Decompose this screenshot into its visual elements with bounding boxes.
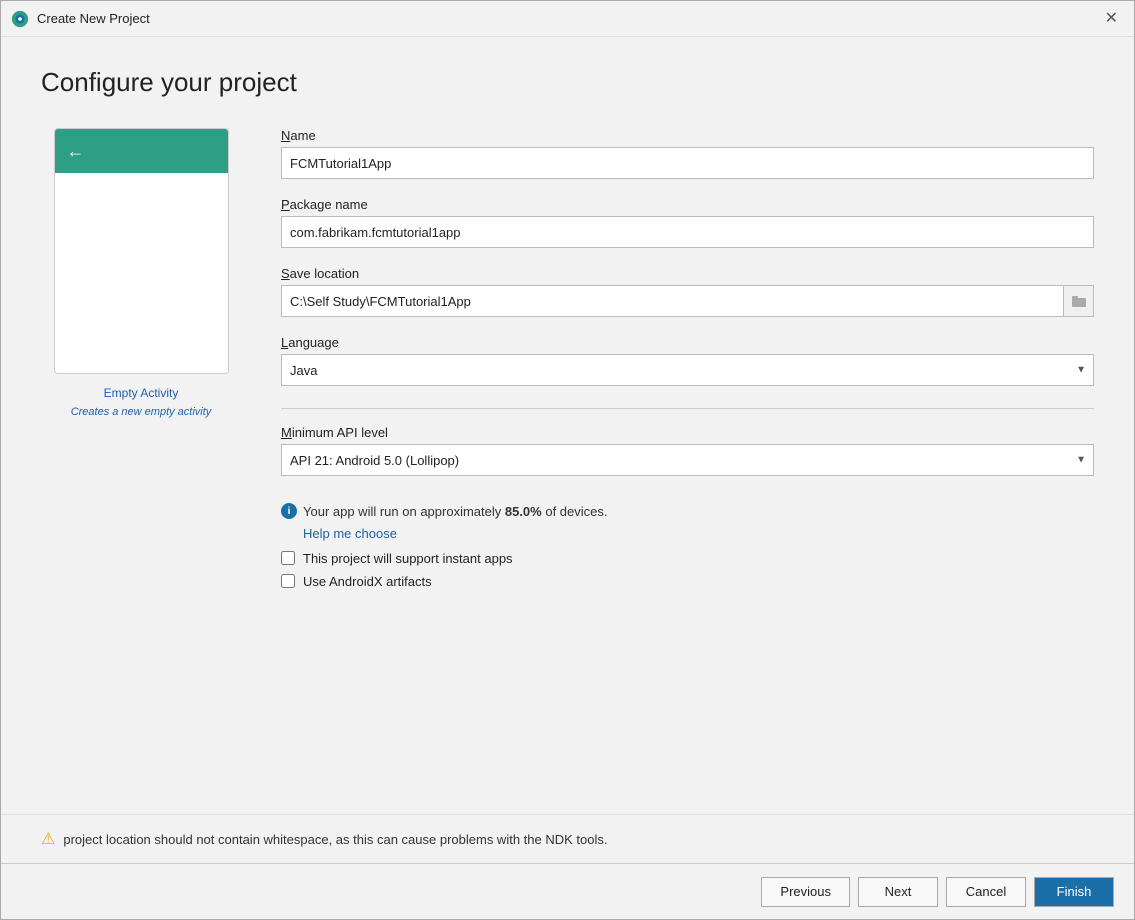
next-button[interactable]: Next [858, 877, 938, 907]
min-api-select-wrapper: API 21: Android 5.0 (Lollipop) API 16: A… [281, 444, 1094, 476]
warning-icon: ⚠ [41, 829, 55, 849]
main-window: Create New Project ✕ Configure your proj… [0, 0, 1135, 920]
right-panel: Name Package name Save location [281, 128, 1094, 814]
title-bar: Create New Project ✕ [1, 1, 1134, 37]
previous-button[interactable]: Previous [761, 877, 850, 907]
left-panel: ← Empty Activity Creates a new empty act… [41, 128, 241, 814]
androidx-checkbox[interactable] [281, 574, 295, 588]
save-input-wrapper [281, 285, 1094, 317]
name-input[interactable] [281, 147, 1094, 179]
cancel-button[interactable]: Cancel [946, 877, 1026, 907]
package-input[interactable] [281, 216, 1094, 248]
page-title: Configure your project [41, 67, 1094, 98]
androidx-label: Use AndroidX artifacts [303, 574, 432, 589]
save-location-input[interactable] [281, 285, 1094, 317]
main-row: ← Empty Activity Creates a new empty act… [41, 128, 1094, 814]
min-api-select[interactable]: API 21: Android 5.0 (Lollipop) API 16: A… [281, 444, 1094, 476]
phone-header: ← [55, 129, 228, 173]
language-label: Language [281, 335, 1094, 350]
instant-apps-checkbox[interactable] [281, 551, 295, 565]
folder-icon [1072, 295, 1086, 307]
window-title: Create New Project [37, 11, 150, 26]
package-group: Package name [281, 197, 1094, 248]
language-select[interactable]: Java Kotlin [281, 354, 1094, 386]
content-area: Configure your project ← Empty Activity … [1, 37, 1134, 814]
api-info-row: i Your app will run on approximately 85.… [281, 502, 1094, 522]
back-arrow-icon: ← [67, 141, 85, 162]
footer-bar: Previous Next Cancel Finish [1, 863, 1134, 919]
language-group: Language Java Kotlin ▼ [281, 335, 1094, 386]
min-api-label: Minimum API level [281, 425, 1094, 440]
warning-text: project location should not contain whit… [63, 832, 607, 847]
finish-button[interactable]: Finish [1034, 877, 1114, 907]
phone-body [55, 173, 228, 373]
info-icon: i [281, 503, 297, 519]
language-select-wrapper: Java Kotlin ▼ [281, 354, 1094, 386]
instant-apps-label: This project will support instant apps [303, 551, 513, 566]
divider [281, 408, 1094, 409]
app-icon [11, 10, 29, 28]
close-button[interactable]: ✕ [1099, 9, 1124, 29]
name-group: Name [281, 128, 1094, 179]
save-label: Save location [281, 266, 1094, 281]
save-location-group: Save location [281, 266, 1094, 317]
package-label: Package name [281, 197, 1094, 212]
api-info-text: Your app will run on approximately 85.0%… [303, 502, 608, 522]
instant-apps-row: This project will support instant apps [281, 551, 1094, 566]
help-me-choose-link[interactable]: Help me choose [303, 526, 1094, 541]
warning-bar: ⚠ project location should not contain wh… [1, 814, 1134, 863]
activity-description: Creates a new empty activity [71, 406, 212, 418]
min-api-group: Minimum API level API 21: Android 5.0 (L… [281, 425, 1094, 476]
androidx-row: Use AndroidX artifacts [281, 574, 1094, 589]
activity-label: Empty Activity [104, 386, 179, 400]
browse-folder-button[interactable] [1063, 286, 1093, 316]
phone-preview: ← [54, 128, 229, 374]
title-bar-left: Create New Project [11, 10, 150, 28]
name-label: Name [281, 128, 1094, 143]
